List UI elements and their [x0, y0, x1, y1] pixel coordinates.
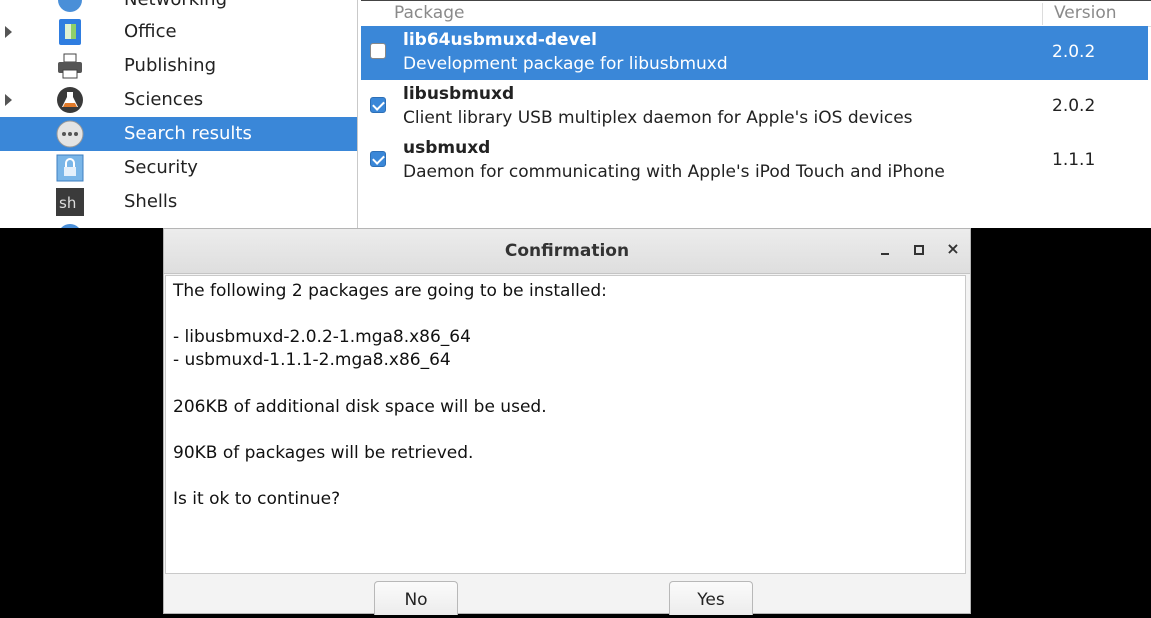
flask-icon	[56, 86, 84, 114]
sidebar-item-label: Sciences	[124, 89, 204, 110]
package-description: Daemon for communicating with Apple's iP…	[403, 162, 945, 182]
office-icon	[56, 18, 84, 46]
package-checkbox[interactable]	[370, 43, 386, 59]
confirmation-dialog: Confirmation × The following 2 packages …	[163, 228, 971, 615]
package-list: Package Version lib64usbmuxd-devel Devel…	[361, 0, 1151, 228]
package-version: 2.0.2	[1052, 96, 1096, 116]
sidebar-item-publishing[interactable]: Publishing	[0, 49, 357, 83]
message-package-item: - libusbmuxd-2.0.2-1.mga8.x86_64	[173, 327, 471, 347]
dialog-titlebar[interactable]: Confirmation ×	[164, 229, 970, 274]
package-row[interactable]: usbmuxd Daemon for communicating with Ap…	[361, 134, 1148, 188]
sidebar-item-label: Shells	[124, 191, 178, 212]
yes-button[interactable]: Yes	[669, 581, 753, 615]
no-button[interactable]: No	[374, 581, 458, 615]
sidebar-item-label: Search results	[124, 123, 252, 144]
printer-icon	[56, 52, 84, 80]
sidebar-item-security[interactable]: Security	[0, 151, 357, 185]
package-row[interactable]: lib64usbmuxd-devel Development package f…	[361, 26, 1148, 80]
lock-icon	[56, 154, 84, 182]
package-description: Client library USB multiplex daemon for …	[403, 108, 913, 128]
globe-icon	[56, 222, 84, 228]
package-description: Development package for libusbmuxd	[403, 54, 728, 74]
dialog-message: The following 2 packages are going to be…	[165, 275, 966, 574]
message-question: Is it ok to continue?	[173, 489, 341, 509]
column-divider	[1042, 3, 1043, 25]
package-name: libusbmuxd	[403, 84, 515, 104]
terminal-icon: sh	[56, 188, 84, 216]
package-name: lib64usbmuxd-devel	[403, 30, 598, 50]
sidebar-item-label: Security	[124, 157, 198, 178]
package-checkbox[interactable]	[370, 151, 386, 167]
package-checkbox[interactable]	[370, 97, 386, 113]
sidebar-item-office[interactable]: Office	[0, 15, 357, 49]
dialog-title: Confirmation	[504, 241, 630, 261]
sidebar-item-label: Office	[124, 21, 177, 42]
package-row[interactable]: libusbmuxd Client library USB multiplex …	[361, 80, 1148, 134]
package-manager-window: Networking Office Publishing Sciences	[0, 0, 1151, 228]
more-icon	[56, 120, 84, 148]
terminal-icon-text: sh	[59, 194, 76, 212]
category-sidebar: Networking Office Publishing Sciences	[0, 0, 358, 228]
message-package-item: - usbmuxd-1.1.1-2.mga8.x86_64	[173, 350, 451, 370]
package-version: 2.0.2	[1052, 42, 1096, 62]
sidebar-item-sciences[interactable]: Sciences	[0, 83, 357, 117]
expander-arrow-icon[interactable]	[5, 94, 12, 106]
column-header-version[interactable]: Version	[1054, 3, 1117, 23]
message-retrieve-size: 90KB of packages will be retrieved.	[173, 443, 474, 463]
expander-arrow-icon[interactable]	[5, 26, 12, 38]
minimize-icon[interactable]	[877, 241, 893, 257]
package-list-header: Package Version	[361, 0, 1151, 27]
sidebar-item-partial[interactable]	[0, 219, 357, 228]
globe-icon	[56, 0, 84, 14]
maximize-icon[interactable]	[911, 241, 927, 257]
message-disk-space: 206KB of additional disk space will be u…	[173, 397, 547, 417]
close-icon[interactable]: ×	[945, 241, 961, 257]
package-version: 1.1.1	[1052, 150, 1096, 170]
message-intro: The following 2 packages are going to be…	[173, 281, 607, 301]
sidebar-item-search-results[interactable]: Search results	[0, 117, 357, 151]
column-header-package[interactable]: Package	[394, 3, 464, 23]
sidebar-item-label: Publishing	[124, 55, 216, 76]
sidebar-item-shells[interactable]: sh Shells	[0, 185, 357, 219]
package-name: usbmuxd	[403, 138, 491, 158]
